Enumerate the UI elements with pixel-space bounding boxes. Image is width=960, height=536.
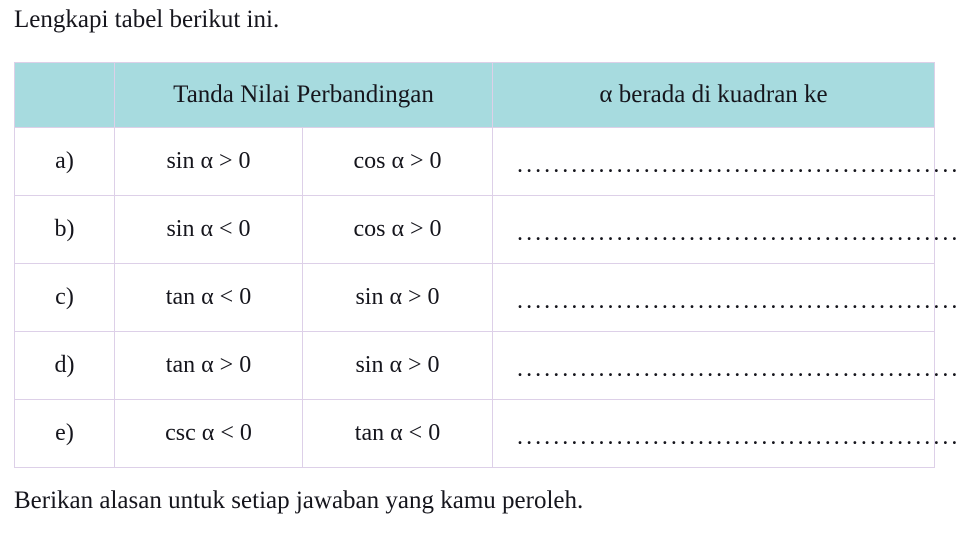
row-a-answer-blank[interactable]: ........................................…: [492, 127, 960, 196]
table-header: Tanda Nilai Perbandingan α berada di kua…: [14, 62, 936, 128]
dotted-answer-line: ........................................…: [517, 424, 960, 450]
intro-instruction: Lengkapi tabel berikut ini.: [14, 6, 280, 33]
table-row: d) tan α > 0 sin α > 0 .................…: [14, 331, 960, 400]
header-answer-column: α berada di kuadran ke: [492, 62, 936, 128]
row-e-condition-1: csc α < 0: [114, 399, 303, 468]
dotted-answer-line: ........................................…: [517, 288, 960, 314]
table-row: a) sin α > 0 cos α > 0 .................…: [14, 127, 960, 196]
header-label-column: [14, 62, 115, 128]
row-e-answer-blank[interactable]: ........................................…: [492, 399, 960, 468]
worksheet-page: Lengkapi tabel berikut ini. Tanda Nilai …: [0, 0, 960, 536]
table-body: a) sin α > 0 cos α > 0 .................…: [14, 127, 960, 468]
dotted-answer-line: ........................................…: [517, 152, 960, 178]
row-d-answer-blank[interactable]: ........................................…: [492, 331, 960, 400]
row-label-c: c): [14, 263, 115, 332]
row-c-condition-2: sin α > 0: [301, 263, 494, 332]
table-header-row: Tanda Nilai Perbandingan α berada di kua…: [14, 62, 936, 128]
table-row: c) tan α < 0 sin α > 0 .................…: [14, 263, 960, 332]
row-d-condition-1: tan α > 0: [114, 331, 303, 400]
row-c-condition-1: tan α < 0: [114, 263, 303, 332]
row-b-condition-1: sin α < 0: [114, 195, 303, 264]
row-label-a: a): [14, 127, 115, 196]
row-b-condition-2: cos α > 0: [301, 195, 494, 264]
row-label-e: e): [14, 399, 115, 468]
dotted-answer-line: ........................................…: [517, 356, 960, 382]
row-label-d: d): [14, 331, 115, 400]
table-container: Tanda Nilai Perbandingan α berada di kua…: [14, 62, 960, 468]
row-e-condition-2: tan α < 0: [301, 399, 494, 468]
outro-instruction: Berikan alasan untuk setiap jawaban yang…: [14, 487, 584, 514]
row-a-condition-2: cos α > 0: [301, 127, 494, 196]
dotted-answer-line: ........................................…: [517, 220, 960, 246]
trigonometry-quadrant-table: Tanda Nilai Perbandingan α berada di kua…: [14, 62, 960, 468]
header-condition-column: Tanda Nilai Perbandingan: [113, 62, 494, 128]
table-row: e) csc α < 0 tan α < 0 .................…: [14, 399, 960, 468]
row-a-condition-1: sin α > 0: [114, 127, 303, 196]
row-b-answer-blank[interactable]: ........................................…: [492, 195, 960, 264]
row-d-condition-2: sin α > 0: [301, 331, 494, 400]
row-label-b: b): [14, 195, 115, 264]
row-c-answer-blank[interactable]: ........................................…: [492, 263, 960, 332]
table-row: b) sin α < 0 cos α > 0 .................…: [14, 195, 960, 264]
